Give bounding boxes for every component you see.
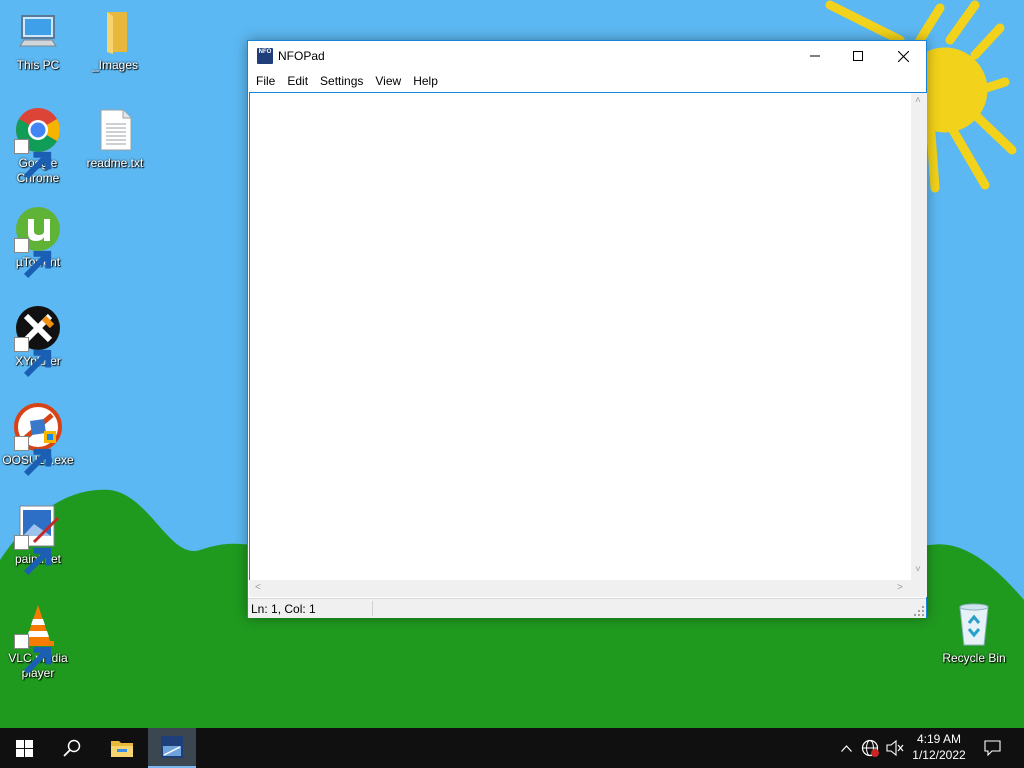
cursor-position: Ln: 1, Col: 1 bbox=[251, 602, 316, 616]
maximize-icon bbox=[853, 51, 863, 61]
windows-logo-icon bbox=[15, 739, 33, 757]
notification-icon bbox=[983, 740, 1001, 756]
window-title: NFOPad bbox=[278, 49, 325, 63]
desktop-icon-utorrent[interactable]: µTorrent bbox=[0, 205, 76, 279]
title-bar[interactable]: NFO NFOPad bbox=[248, 41, 926, 71]
search-button[interactable] bbox=[48, 728, 96, 768]
menu-settings[interactable]: Settings bbox=[314, 74, 369, 88]
clock-date: 1/12/2022 bbox=[912, 748, 966, 762]
horizontal-scrollbar[interactable]: < > bbox=[249, 580, 911, 597]
desktop-icon-vlc[interactable]: VLC media player bbox=[0, 601, 76, 681]
nfopad-taskbar-icon bbox=[161, 736, 183, 758]
menu-edit[interactable]: Edit bbox=[281, 74, 314, 88]
taskbar: 4:19 AM 1/12/2022 bbox=[0, 728, 1024, 768]
shortcut-arrow-icon bbox=[14, 535, 52, 576]
scroll-right-icon[interactable]: > bbox=[897, 582, 903, 593]
close-button[interactable] bbox=[880, 41, 926, 71]
menu-view[interactable]: View bbox=[369, 74, 407, 88]
desktop-icon-google-chrome[interactable]: Google Chrome bbox=[0, 106, 76, 186]
show-hidden-icons-button[interactable] bbox=[836, 728, 856, 768]
shortcut-arrow-icon bbox=[14, 436, 52, 477]
minimize-button[interactable] bbox=[792, 41, 838, 71]
maximize-button[interactable] bbox=[835, 41, 881, 71]
taskbar-file-explorer[interactable] bbox=[98, 728, 146, 768]
folder-icon bbox=[91, 8, 139, 56]
network-globe-icon bbox=[861, 739, 879, 757]
chevron-up-icon bbox=[840, 744, 852, 752]
start-button[interactable] bbox=[0, 728, 48, 768]
action-center-button[interactable] bbox=[978, 728, 1006, 768]
menu-help[interactable]: Help bbox=[407, 74, 444, 88]
xyplorer-icon bbox=[14, 304, 62, 378]
desktop-icon-recycle-bin[interactable]: Recycle Bin bbox=[936, 601, 1012, 666]
search-icon bbox=[63, 739, 81, 757]
desktop-icon-this-pc[interactable]: This PC bbox=[0, 8, 76, 73]
menu-bar: File Edit Settings View Help bbox=[248, 71, 926, 91]
menu-file[interactable]: File bbox=[250, 74, 281, 88]
desktop-icon-label: readme.txt bbox=[86, 156, 144, 170]
scrollbar-corner bbox=[911, 580, 927, 597]
vertical-scrollbar[interactable]: ˄ ˅ bbox=[911, 92, 927, 580]
text-editor-area[interactable] bbox=[249, 92, 912, 580]
chrome-icon bbox=[14, 106, 62, 180]
scroll-down-icon[interactable]: ˅ bbox=[915, 564, 921, 575]
vlc-icon bbox=[14, 601, 62, 675]
clock-time: 4:19 AM bbox=[916, 732, 962, 746]
shortcut-arrow-icon bbox=[14, 238, 52, 279]
close-icon bbox=[897, 50, 909, 62]
recycle-bin-icon bbox=[950, 601, 998, 649]
nfopad-window[interactable]: NFO NFOPad File Edit Settings View Help … bbox=[247, 40, 927, 618]
status-bar: Ln: 1, Col: 1 bbox=[248, 598, 926, 618]
status-separator bbox=[372, 601, 373, 616]
computer-icon bbox=[14, 8, 62, 56]
taskbar-clock[interactable]: 4:19 AM 1/12/2022 bbox=[902, 731, 976, 763]
desktop-icon-oosu10[interactable]: OOSU10.exe bbox=[0, 403, 76, 477]
file-explorer-icon bbox=[111, 741, 133, 757]
desktop-icon-label: This PC bbox=[16, 58, 60, 72]
desktop-icon-images-folder[interactable]: _Images bbox=[77, 8, 153, 73]
scroll-left-icon[interactable]: < bbox=[255, 582, 261, 593]
desktop-icon-readme[interactable]: readme.txt bbox=[77, 106, 153, 171]
paintnet-icon bbox=[14, 502, 62, 576]
desktop-icon-label: Recycle Bin bbox=[942, 651, 1006, 665]
shortcut-arrow-icon bbox=[14, 634, 52, 675]
scroll-up-icon[interactable]: ˄ bbox=[915, 95, 921, 106]
desktop-icon-label: _Images bbox=[91, 58, 139, 72]
desktop-icon-xyplorer[interactable]: XYplorer bbox=[0, 304, 76, 378]
taskbar-nfopad[interactable] bbox=[148, 728, 196, 768]
minimize-icon bbox=[810, 55, 820, 57]
nfopad-app-icon: NFO bbox=[257, 48, 273, 64]
text-file-icon bbox=[91, 106, 139, 154]
desktop-icon-paintnet[interactable]: paint.net bbox=[0, 502, 76, 576]
resize-grip-icon[interactable] bbox=[914, 606, 924, 616]
oosu10-icon bbox=[14, 403, 62, 477]
network-button[interactable] bbox=[858, 728, 882, 768]
utorrent-icon bbox=[14, 205, 62, 279]
shortcut-arrow-icon bbox=[14, 139, 52, 180]
shortcut-arrow-icon bbox=[14, 337, 52, 378]
